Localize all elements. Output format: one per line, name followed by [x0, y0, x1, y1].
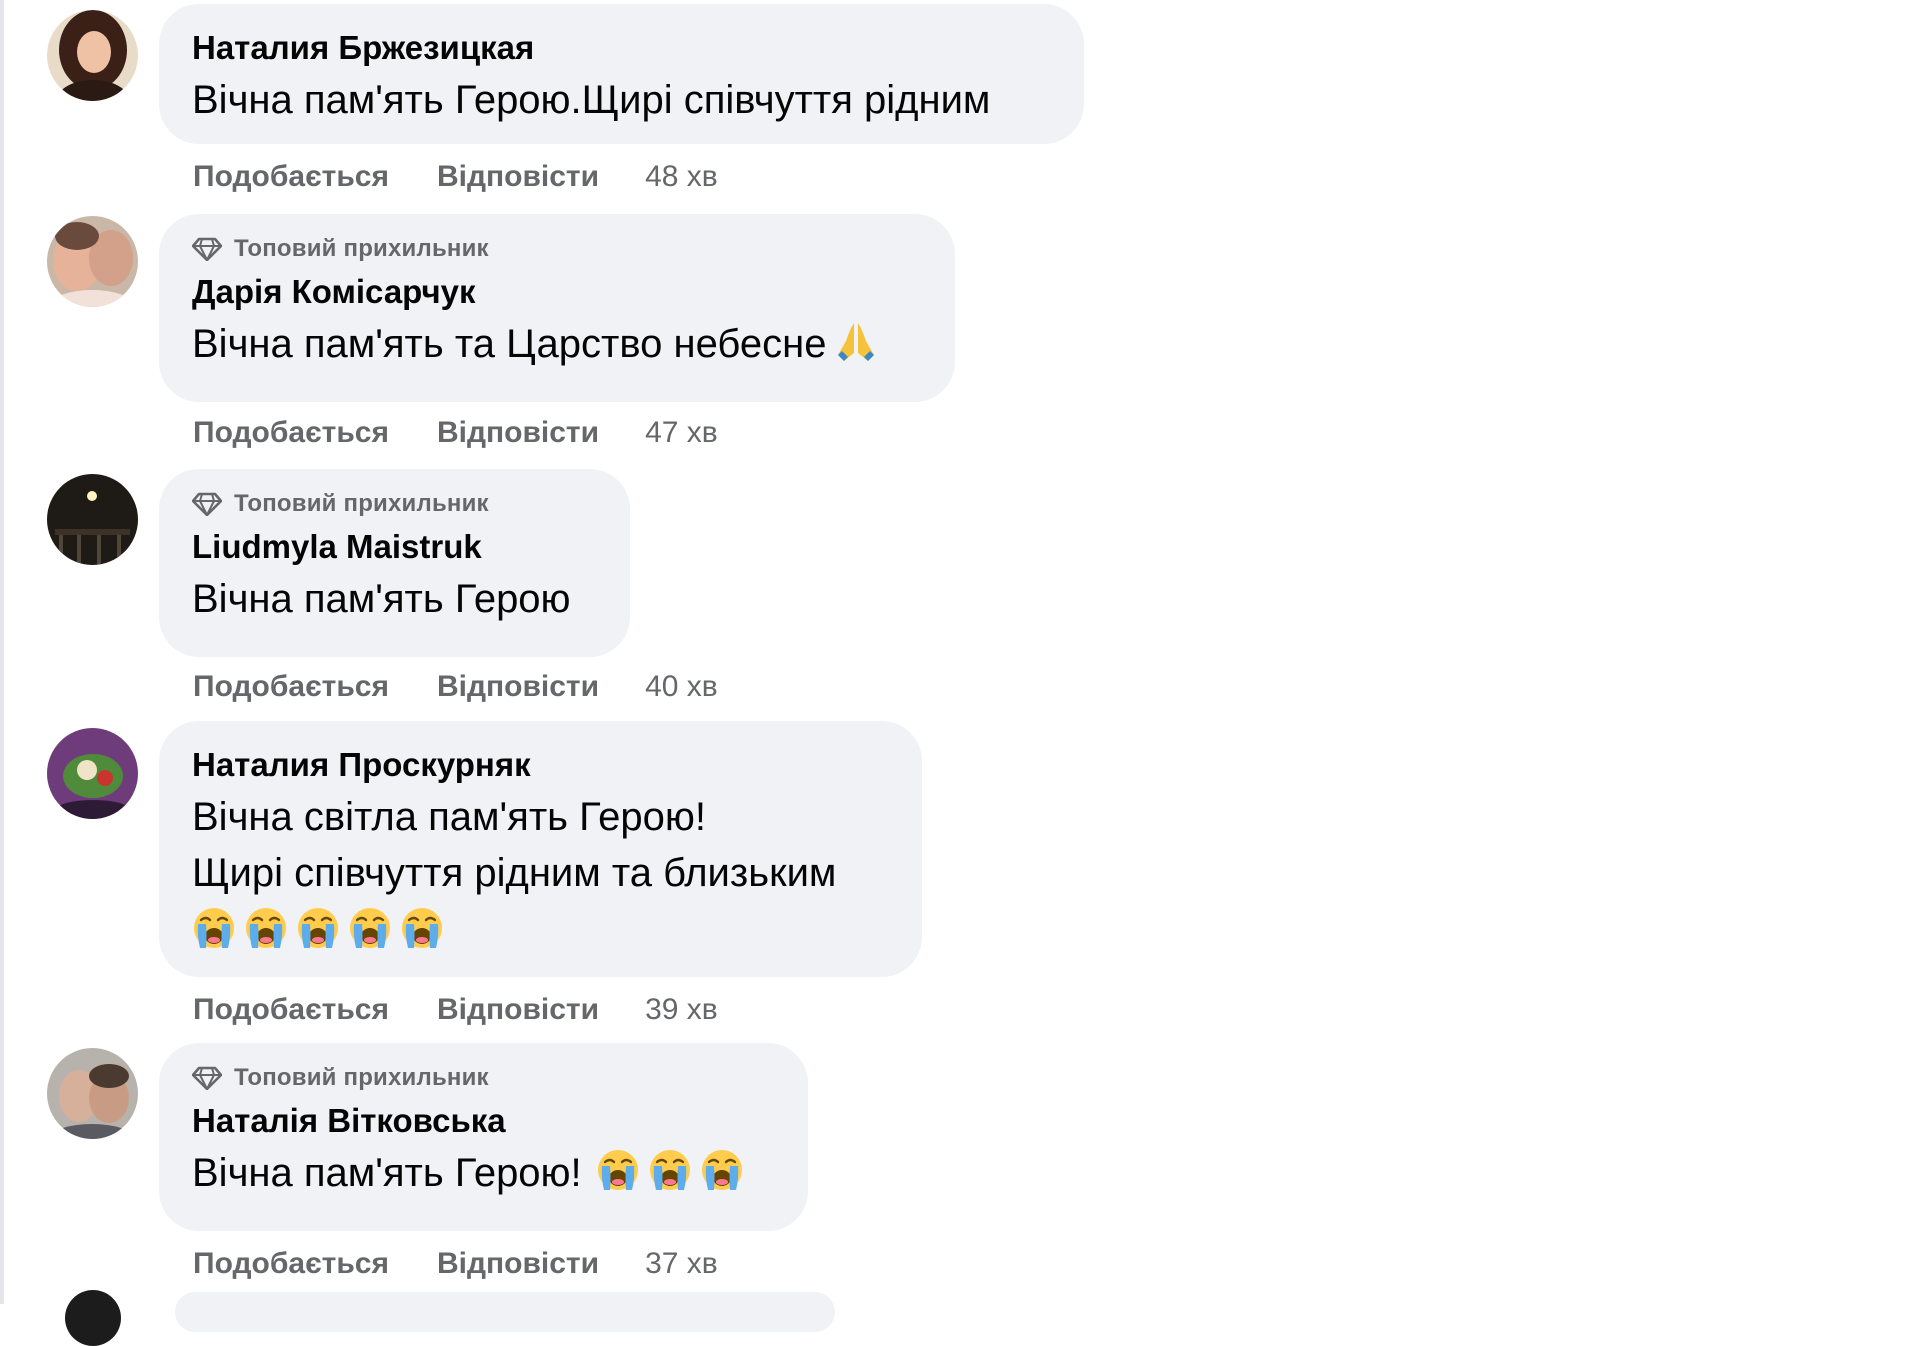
- comment-text-line: Вічна пам'ять Герою!: [192, 1145, 775, 1201]
- like-button[interactable]: Подобається: [193, 416, 389, 450]
- loudly-crying-emoji: [400, 906, 444, 950]
- diamond-icon: [192, 1066, 222, 1090]
- comment-bubble: Наталия Проскурняк Вічна світла пам'ять …: [159, 721, 922, 977]
- comment-bubble: Наталия Бржезицкая Вічна пам'ять Герою.Щ…: [159, 4, 1084, 144]
- comment-actions: Подобається Відповісти 40 хв: [193, 667, 718, 707]
- comment-text: Вічна пам'ять Герою.Щирі співчуття рідни…: [192, 78, 991, 122]
- comment-actions: Подобається Відповісти 39 хв: [193, 990, 718, 1030]
- folded-hands-emoji: [834, 319, 878, 363]
- comment-text: Вічна пам'ять Герою!: [192, 1151, 582, 1195]
- comment-timestamp[interactable]: 47 хв: [645, 416, 718, 450]
- avatar[interactable]: [47, 216, 138, 307]
- like-button[interactable]: Подобається: [193, 670, 389, 704]
- like-button[interactable]: Подобається: [193, 1247, 389, 1281]
- next-comment-avatar[interactable]: [65, 1290, 121, 1346]
- avatar[interactable]: [47, 1048, 138, 1139]
- top-fan-badge[interactable]: Топовий прихильник: [192, 1061, 775, 1095]
- loudly-crying-emoji: [192, 906, 236, 950]
- comment-timestamp[interactable]: 37 хв: [645, 1247, 718, 1281]
- loudly-crying-emoji: [348, 906, 392, 950]
- reply-button[interactable]: Відповісти: [437, 1247, 599, 1281]
- comment-author[interactable]: Дарія Комісарчук: [192, 268, 922, 316]
- diamond-icon: [192, 237, 222, 261]
- like-button[interactable]: Подобається: [193, 993, 389, 1027]
- diamond-icon: [192, 492, 222, 516]
- loudly-crying-emoji: [648, 1148, 692, 1192]
- comment-actions: Подобається Відповісти 47 хв: [193, 413, 718, 453]
- comment-text: Вічна пам'ять та Царство небесне: [192, 322, 827, 366]
- comment-timestamp[interactable]: 40 хв: [645, 670, 718, 704]
- comment-emoji-line: [192, 903, 889, 959]
- comment-text: Вічна пам'ять Герою: [192, 577, 571, 621]
- comment-author[interactable]: Наталія Вітковська: [192, 1097, 775, 1145]
- avatar[interactable]: [47, 10, 138, 101]
- avatar[interactable]: [47, 474, 138, 565]
- top-fan-badge[interactable]: Топовий прихильник: [192, 487, 597, 521]
- comment-text-line: Вічна пам'ять та Царство небесне: [192, 316, 922, 372]
- loudly-crying-emoji: [596, 1148, 640, 1192]
- comment-bubble: Топовий прихильник Дарія Комісарчук Вічн…: [159, 214, 955, 402]
- reply-button[interactable]: Відповісти: [437, 670, 599, 704]
- comment-bubble: Топовий прихильник Liudmyla Maistruk Віч…: [159, 469, 630, 657]
- top-fan-label: Топовий прихильник: [234, 235, 489, 262]
- reply-button[interactable]: Відповісти: [437, 160, 599, 194]
- top-fan-label: Топовий прихильник: [234, 1064, 489, 1091]
- top-fan-label: Топовий прихильник: [234, 490, 489, 517]
- comment-actions: Подобається Відповісти 48 хв: [193, 157, 718, 197]
- reply-button[interactable]: Відповісти: [437, 993, 599, 1027]
- top-fan-badge[interactable]: Топовий прихильник: [192, 232, 922, 266]
- comment-text: Вічна світла пам'ять Герою!: [192, 795, 706, 839]
- loudly-crying-emoji: [244, 906, 288, 950]
- comment-author[interactable]: Наталия Проскурняк: [192, 741, 889, 789]
- next-comment-bubble: [175, 1292, 835, 1332]
- loudly-crying-emoji: [700, 1148, 744, 1192]
- left-border: [0, 0, 4, 1304]
- comment-timestamp[interactable]: 39 хв: [645, 993, 718, 1027]
- loudly-crying-emoji: [296, 906, 340, 950]
- like-button[interactable]: Подобається: [193, 160, 389, 194]
- comment-actions: Подобається Відповісти 37 хв: [193, 1244, 718, 1284]
- avatar[interactable]: [47, 728, 138, 819]
- comment-timestamp[interactable]: 48 хв: [645, 160, 718, 194]
- comment-text: Щирі співчуття рідним та близьким: [192, 851, 837, 895]
- reply-button[interactable]: Відповісти: [437, 416, 599, 450]
- comment-author[interactable]: Liudmyla Maistruk: [192, 523, 597, 571]
- comment-author[interactable]: Наталия Бржезицкая: [192, 24, 1051, 72]
- comment-bubble: Топовий прихильник Наталія Вітковська Ві…: [159, 1043, 808, 1231]
